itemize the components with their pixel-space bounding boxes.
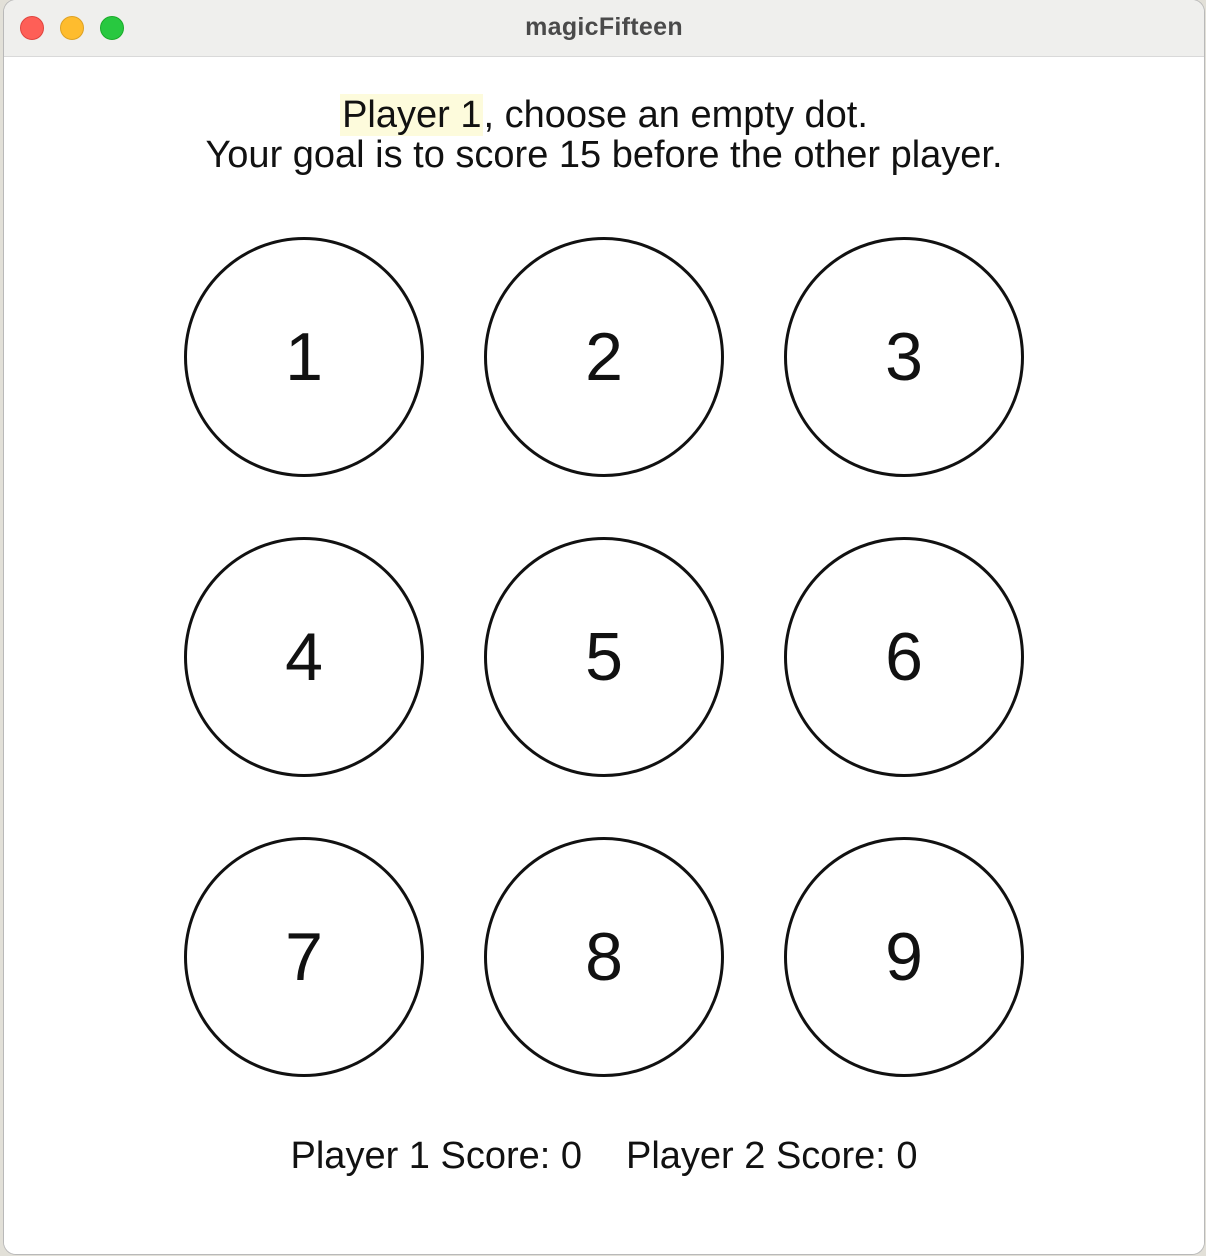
- dot-label: 4: [285, 619, 323, 695]
- dot-label: 3: [885, 319, 923, 395]
- dot-9[interactable]: 9: [784, 837, 1024, 1077]
- dot-label: 8: [585, 919, 623, 995]
- player1-score: Player 1 Score: 0: [290, 1135, 582, 1177]
- dot-7[interactable]: 7: [184, 837, 424, 1077]
- dot-label: 7: [285, 919, 323, 995]
- current-player-label: Player 1: [340, 94, 484, 136]
- score-bar: Player 1 Score: 0 Player 2 Score: 0: [4, 1135, 1204, 1178]
- dot-2[interactable]: 2: [484, 237, 724, 477]
- dot-label: 6: [885, 619, 923, 695]
- title-bar[interactable]: magicFifteen: [4, 0, 1204, 57]
- instruction-line-1: Player 1, choose an empty dot.: [4, 94, 1204, 136]
- dot-label: 1: [285, 319, 323, 395]
- dot-label: 9: [885, 919, 923, 995]
- dot-4[interactable]: 4: [184, 537, 424, 777]
- dot-label: 2: [585, 319, 623, 395]
- dot-6[interactable]: 6: [784, 537, 1024, 777]
- instruction-line-1-text: , choose an empty dot.: [483, 94, 868, 136]
- dot-label: 5: [585, 619, 623, 695]
- app-window: magicFifteen Player 1, choose an empty d…: [4, 0, 1204, 1254]
- instruction-line-2: Your goal is to score 15 before the othe…: [205, 134, 1003, 176]
- game-area: Player 1, choose an empty dot. Your goal…: [4, 57, 1204, 1254]
- dot-5[interactable]: 5: [484, 537, 724, 777]
- dot-3[interactable]: 3: [784, 237, 1024, 477]
- dot-1[interactable]: 1: [184, 237, 424, 477]
- window-title: magicFifteen: [525, 13, 683, 41]
- dot-8[interactable]: 8: [484, 837, 724, 1077]
- player2-score: Player 2 Score: 0: [626, 1135, 918, 1177]
- instructions: Player 1, choose an empty dot. Your goal…: [4, 94, 1204, 176]
